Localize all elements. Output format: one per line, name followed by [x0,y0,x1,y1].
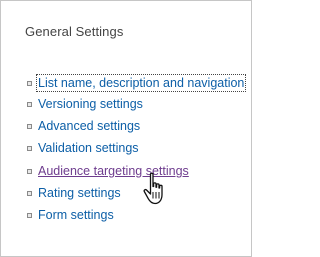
list-item: Versioning settings [27,94,143,114]
square-bullet-icon [27,123,32,129]
hand-pointer-icon [143,172,163,205]
list-name-description-navigation-link[interactable]: List name, description and navigation [35,74,247,92]
settings-panel: General Settings List name, description … [0,0,252,257]
versioning-settings-link[interactable]: Versioning settings [38,97,143,111]
list-item: Form settings [27,205,114,225]
square-bullet-icon [27,168,32,174]
list-item: Advanced settings [27,116,140,136]
square-bullet-icon [27,145,32,151]
list-item: Validation settings [27,138,139,158]
form-settings-link[interactable]: Form settings [38,208,114,222]
rating-settings-link[interactable]: Rating settings [38,186,121,200]
list-item: List name, description and navigation [27,73,247,93]
list-item: Rating settings [27,183,121,203]
square-bullet-icon [27,212,32,218]
advanced-settings-link[interactable]: Advanced settings [38,119,140,133]
square-bullet-icon [27,101,32,107]
square-bullet-icon [27,80,32,86]
square-bullet-icon [27,190,32,196]
validation-settings-link[interactable]: Validation settings [38,141,139,155]
section-title: General Settings [25,24,124,39]
